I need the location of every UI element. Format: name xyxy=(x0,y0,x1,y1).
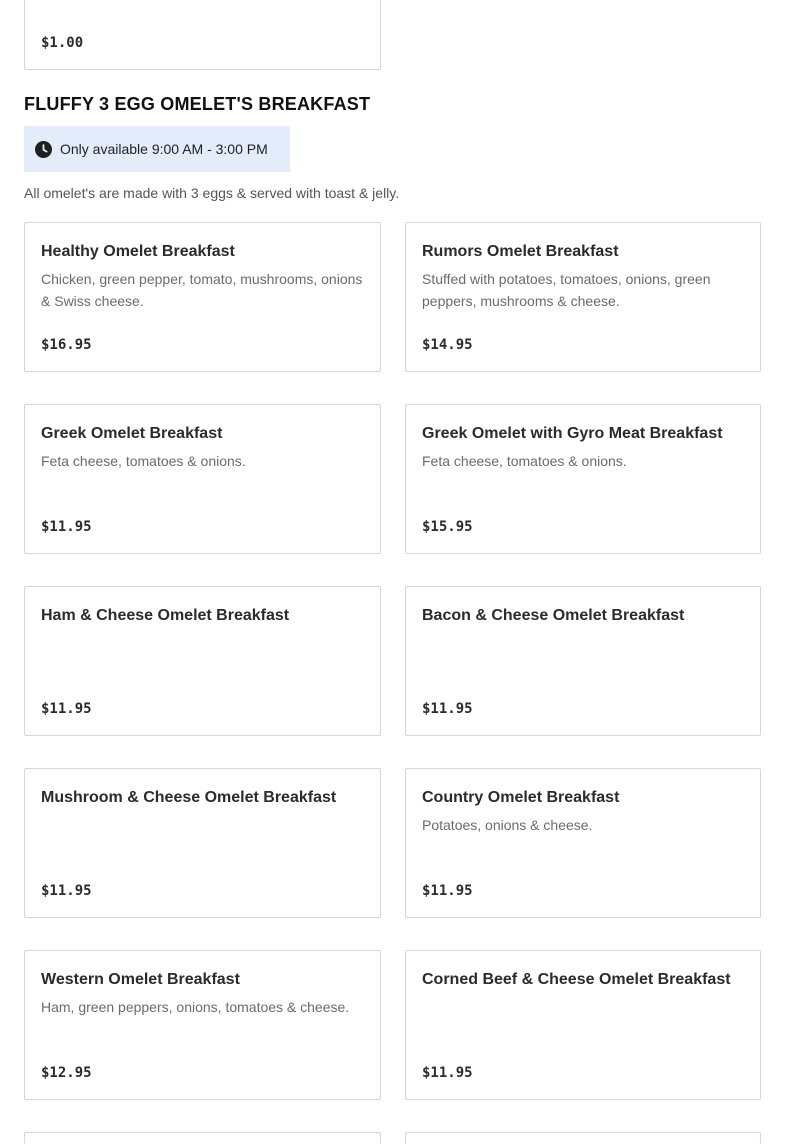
item-name: Corned Beef & Cheese Omelet Breakfast xyxy=(422,971,731,988)
item-description: Ham, green peppers, onions, tomatoes & c… xyxy=(41,999,350,1015)
item-price: $11.95 xyxy=(422,701,473,717)
item-price: $14.95 xyxy=(422,337,473,353)
menu-item-card[interactable]: Rumors Omelet Breakfast Stuffed with pot… xyxy=(405,222,761,372)
item-price: $16.95 xyxy=(41,337,92,353)
item-price: $11.95 xyxy=(41,883,92,899)
item-name: Greek Omelet Breakfast xyxy=(41,425,223,442)
item-price: $12.95 xyxy=(41,1065,92,1081)
clock-icon xyxy=(35,140,52,158)
menu-item-card[interactable]: Greek Omelet with Gyro Meat Breakfast Fe… xyxy=(405,404,761,554)
menu-item-card[interactable]: Greek Omelet Breakfast Feta cheese, toma… xyxy=(24,404,381,554)
menu-item-card[interactable]: Western Omelet Breakfast Ham, green pepp… xyxy=(24,950,381,1100)
item-description: Stuffed with potatoes, tomatoes, onions,… xyxy=(422,271,711,309)
availability-text: Only available 9:00 AM - 3:00 PM xyxy=(60,141,268,157)
menu-item-card[interactable]: Mushroom & Cheese Omelet Breakfast $11.9… xyxy=(24,768,381,918)
availability-banner: Only available 9:00 AM - 3:00 PM xyxy=(24,126,290,172)
section-note: All omelet's are made with 3 eggs & serv… xyxy=(24,185,400,201)
item-name: Rumors Omelet Breakfast xyxy=(422,243,619,260)
item-price: $11.95 xyxy=(41,519,92,535)
item-name: Western Omelet Breakfast xyxy=(41,971,240,988)
item-name: Healthy Omelet Breakfast xyxy=(41,243,235,260)
item-name: Ham & Cheese Omelet Breakfast xyxy=(41,607,290,624)
item-name: Bacon & Cheese Omelet Breakfast xyxy=(422,607,685,624)
menu-item-card[interactable]: Country Omelet Breakfast Potatoes, onion… xyxy=(405,768,761,918)
item-price: $11.95 xyxy=(422,883,473,899)
item-price: $1.00 xyxy=(41,35,84,51)
item-name: Mushroom & Cheese Omelet Breakfast xyxy=(41,789,337,806)
menu-item-card[interactable] xyxy=(405,1132,761,1144)
menu-item-card[interactable]: Bacon & Cheese Omelet Breakfast $11.95 xyxy=(405,586,761,736)
item-description: Feta cheese, tomatoes & onions. xyxy=(422,453,627,469)
menu-item-card[interactable] xyxy=(24,1132,381,1144)
menu-item-card[interactable]: Ham & Cheese Omelet Breakfast $11.95 xyxy=(24,586,381,736)
item-description: Chicken, green pepper, tomato, mushrooms… xyxy=(41,271,363,309)
menu-item-card[interactable]: $1.00 xyxy=(24,0,381,70)
item-name: Greek Omelet with Gyro Meat Breakfast xyxy=(422,425,723,442)
item-price: $11.95 xyxy=(422,1065,473,1081)
section-title: FLUFFY 3 EGG OMELET'S BREAKFAST xyxy=(24,94,371,114)
item-description: Potatoes, onions & cheese. xyxy=(422,817,593,833)
item-name: Country Omelet Breakfast xyxy=(422,789,620,806)
item-price: $15.95 xyxy=(422,519,473,535)
menu-item-card[interactable]: Healthy Omelet Breakfast Chicken, green … xyxy=(24,222,381,372)
menu-item-card[interactable]: Corned Beef & Cheese Omelet Breakfast $1… xyxy=(405,950,761,1100)
item-description: Feta cheese, tomatoes & onions. xyxy=(41,453,246,469)
item-price: $11.95 xyxy=(41,701,92,717)
